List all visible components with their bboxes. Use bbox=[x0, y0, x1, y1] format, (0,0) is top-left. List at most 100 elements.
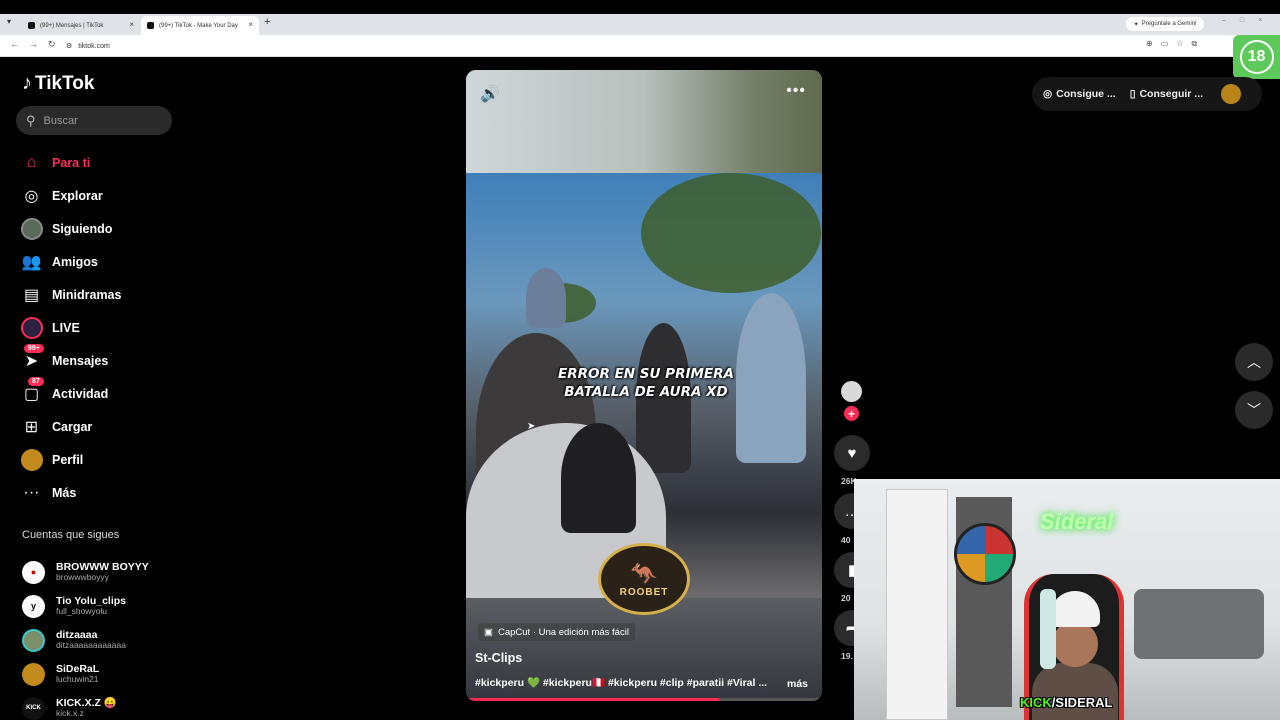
browser-tab-messages[interactable]: (99+) Mensajes | TikTok × bbox=[22, 16, 140, 35]
following-account[interactable]: KICK KICK.X.Z 😛 kick.x.z bbox=[22, 691, 192, 720]
sidebar-item-amigos[interactable]: 👥 Amigos bbox=[18, 245, 178, 278]
video-top-band bbox=[466, 70, 822, 173]
following-account[interactable]: y Tio Yolu_clips full_showyolu bbox=[22, 589, 192, 623]
sidebar-item-actividad[interactable]: ▢ 87 Actividad bbox=[18, 377, 178, 410]
get-coins-label: Consigue ... bbox=[1056, 88, 1116, 100]
following-avatar-icon bbox=[18, 215, 45, 242]
sidebar-item-label: LIVE bbox=[52, 320, 80, 335]
following-section-title: Cuentas que sigues bbox=[22, 529, 120, 541]
sidebar-item-mensajes[interactable]: ➤ 99+ Mensajes bbox=[18, 344, 178, 377]
close-tab-icon[interactable]: × bbox=[129, 20, 134, 29]
neon-sign: Sideral bbox=[1040, 509, 1114, 534]
sidebar-item-siguiendo[interactable]: Siguiendo bbox=[18, 212, 178, 245]
microphone bbox=[1040, 589, 1056, 669]
sidebar-item-label: Cargar bbox=[52, 419, 93, 434]
browser-tab-foryou[interactable]: (99+) TikTok - Make Your Day × bbox=[141, 16, 259, 35]
following-account[interactable]: ditzaaaa ditzaaaaaaaaaaaa bbox=[22, 623, 192, 657]
coin-icon: ◎ bbox=[1043, 88, 1053, 100]
window-controls[interactable]: –□× bbox=[1222, 17, 1276, 24]
account-handle: kick.x.z bbox=[56, 708, 84, 719]
more-description-button[interactable]: más bbox=[787, 678, 808, 690]
next-video-button[interactable]: ﹀ bbox=[1235, 391, 1273, 429]
overlay-line-2: BATALLA DE AURA XD bbox=[564, 383, 728, 400]
tiktok-logo[interactable]: ♪ TikTok bbox=[22, 72, 94, 95]
bookmark-star-icon[interactable]: ☆ bbox=[1176, 39, 1183, 49]
reload-icon[interactable]: ↻ bbox=[48, 39, 56, 50]
sidebar-item-perfil[interactable]: Perfil bbox=[18, 443, 178, 476]
sidebar-item-label: Perfil bbox=[52, 452, 84, 467]
kick-channel-watermark: KICK/SIDERAL bbox=[1020, 695, 1112, 710]
volume-icon[interactable]: 🔊 bbox=[480, 84, 500, 104]
tab-title: (99+) TikTok - Make Your Day bbox=[159, 22, 238, 29]
video-player[interactable]: ERROR EN SU PRIMERA BATALLA DE AURA XD 🦘… bbox=[466, 70, 822, 701]
screen-top-strip bbox=[0, 0, 1280, 14]
comment-count: 40 bbox=[841, 535, 851, 545]
creator-avatar[interactable] bbox=[841, 381, 862, 402]
more-options-icon[interactable]: ••• bbox=[786, 82, 806, 100]
follow-plus-icon[interactable]: + bbox=[844, 406, 859, 421]
search-input[interactable] bbox=[43, 114, 154, 127]
avatar: KICK bbox=[22, 696, 45, 720]
close-tab-icon[interactable]: × bbox=[248, 20, 253, 29]
following-account[interactable]: SiDeRaL luchuwin21 bbox=[22, 657, 192, 691]
video-progress-bar[interactable] bbox=[466, 698, 822, 701]
sidebar-item-label: Mensajes bbox=[52, 353, 109, 368]
compass-icon: ◎ bbox=[24, 187, 39, 205]
zoom-icon[interactable]: ⊕ bbox=[1146, 39, 1153, 49]
activity-badge: 87 bbox=[28, 377, 44, 386]
sidebar-item-explorar[interactable]: ◎ Explorar bbox=[18, 179, 178, 212]
get-app-button[interactable]: ▯ Conseguir ... bbox=[1130, 88, 1203, 100]
tab-search-dropdown-icon[interactable]: ▾ bbox=[7, 17, 11, 26]
following-account[interactable]: ● BROWWW BOYYY browwwboyyy bbox=[22, 555, 192, 589]
gemini-button[interactable]: ✦ Pregúntale a Gemini bbox=[1126, 17, 1204, 31]
age-18-ring-icon: 18 bbox=[1239, 40, 1274, 74]
more-icon: ··· bbox=[23, 483, 40, 501]
kick-channel-name: /SIDERAL bbox=[1051, 695, 1113, 710]
browser-address-bar: ← → ↻ ⚙ tiktok.com ⊕ ▭ ☆ ⧉ bbox=[0, 35, 1280, 57]
new-tab-icon[interactable]: + bbox=[264, 16, 270, 28]
site-info-icon[interactable]: ⚙ bbox=[66, 42, 72, 50]
friends-icon: 👥 bbox=[21, 253, 42, 271]
back-icon[interactable]: ← bbox=[10, 39, 19, 49]
sidebar-item-para-ti[interactable]: ⌂ Para ti bbox=[18, 146, 178, 179]
sidebar-item-label: Explorar bbox=[52, 188, 103, 203]
live-icon bbox=[18, 314, 45, 341]
user-avatar[interactable] bbox=[1221, 84, 1242, 104]
account-handle: browwwboyyy bbox=[56, 572, 109, 583]
kangaroo-icon: 🦘 bbox=[630, 560, 658, 586]
search-box[interactable]: ⚲ bbox=[16, 106, 172, 135]
browser-tab-bar: ▾ (99+) Mensajes | TikTok × (99+) TikTok… bbox=[0, 14, 1280, 35]
top-right-actions: ◎ Consigue ... ▯ Conseguir ... bbox=[1032, 77, 1262, 111]
account-handle: ditzaaaaaaaaaaaa bbox=[56, 640, 126, 651]
home-icon: ⌂ bbox=[26, 153, 37, 171]
mouse-cursor-icon: ➤ bbox=[527, 421, 536, 432]
heart-icon: ♥ bbox=[847, 444, 857, 462]
sidebar-nav: ⌂ Para ti ◎ Explorar Siguiendo 👥 Amigos … bbox=[18, 146, 178, 509]
webcam-door bbox=[886, 489, 948, 720]
capcut-label: CapCut · Una edición más fácil bbox=[497, 626, 629, 638]
extensions-icon[interactable]: ⧉ bbox=[1191, 39, 1197, 49]
following-list: ● BROWWW BOYYY browwwboyyy y Tio Yolu_cl… bbox=[22, 555, 192, 720]
like-button[interactable]: ♥ bbox=[834, 435, 870, 471]
forward-icon[interactable]: → bbox=[29, 39, 38, 49]
save-count: 20 bbox=[841, 593, 851, 603]
install-icon[interactable]: ▭ bbox=[1161, 39, 1169, 49]
video-author[interactable]: St-Clips bbox=[475, 651, 522, 665]
url-text: tiktok.com bbox=[78, 42, 110, 50]
sidebar-item-mas[interactable]: ··· Más bbox=[18, 476, 178, 509]
tiktok-favicon-icon bbox=[147, 22, 154, 29]
video-caption-overlay: ERROR EN SU PRIMERA BATALLA DE AURA XD bbox=[546, 366, 746, 401]
sidebar-item-minidramas[interactable]: ▤ Minidramas bbox=[18, 278, 178, 311]
capcut-link[interactable]: ▣ CapCut · Una edición más fácil bbox=[478, 623, 635, 641]
sidebar-item-cargar[interactable]: ⊞ Cargar bbox=[18, 410, 178, 443]
streamer-webcam-overlay: Sideral KICK/SIDERAL bbox=[854, 479, 1280, 720]
avatar bbox=[22, 662, 45, 686]
get-coins-button[interactable]: ◎ Consigue ... bbox=[1043, 88, 1116, 100]
url-field[interactable]: ⚙ tiktok.com bbox=[66, 39, 1196, 53]
sidebar-item-live[interactable]: LIVE bbox=[18, 311, 178, 344]
previous-video-button[interactable]: ︿ bbox=[1235, 343, 1273, 381]
account-handle: luchuwin21 bbox=[56, 674, 99, 685]
address-bar-actions: ⊕ ▭ ☆ ⧉ bbox=[1146, 39, 1197, 49]
tab-title: (99+) Mensajes | TikTok bbox=[40, 22, 104, 29]
sponsor-text: ROOBET bbox=[619, 586, 669, 598]
